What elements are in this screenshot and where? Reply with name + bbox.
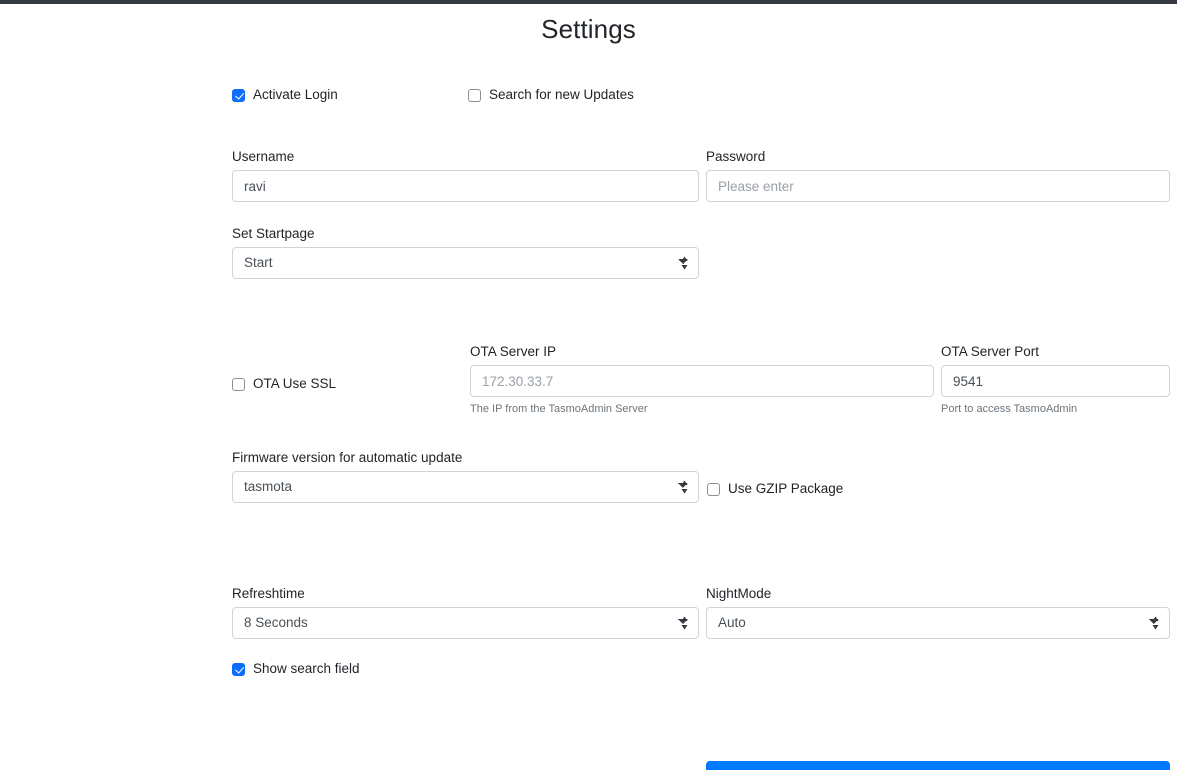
- checkbox-use-gzip-label: Use GZIP Package: [728, 481, 844, 496]
- startpage-label: Set Startpage: [232, 226, 315, 241]
- checkbox-activate-login[interactable]: Activate Login: [232, 87, 338, 103]
- ota-row: OTA Use SSL OTA Server IP The IP from th…: [116, 344, 1170, 434]
- checkbox-ota-use-ssl[interactable]: OTA Use SSL: [232, 376, 336, 392]
- checkbox-ota-use-ssl-box[interactable]: [232, 377, 245, 391]
- search-field-row: Show search field: [116, 661, 1061, 687]
- save-button[interactable]: Save: [706, 761, 1170, 770]
- password-label: Password: [706, 149, 766, 164]
- checkbox-use-gzip[interactable]: Use GZIP Package: [707, 481, 843, 497]
- refreshtime-label: Refreshtime: [232, 586, 305, 601]
- toggles-row: Activate Login Search for new Updates: [116, 87, 1061, 127]
- refreshtime-select[interactable]: 8 Seconds: [232, 607, 699, 639]
- checkbox-ota-use-ssl-label: OTA Use SSL: [253, 376, 337, 391]
- password-input[interactable]: [706, 170, 1170, 202]
- ota-server-ip-input[interactable]: [470, 365, 934, 397]
- checkbox-activate-login-box[interactable]: [232, 88, 245, 102]
- ota-server-port-help: Port to access TasmoAdmin: [941, 403, 1078, 415]
- checkbox-show-search-field[interactable]: Show search field: [232, 661, 360, 677]
- checkbox-search-updates[interactable]: Search for new Updates: [468, 87, 634, 103]
- checkbox-activate-login-label: Activate Login: [253, 87, 338, 102]
- credentials-row: Username Password: [116, 149, 1170, 215]
- firmware-select[interactable]: tasmota: [232, 471, 699, 503]
- settings-form: Activate Login Search for new Updates Us…: [0, 87, 1177, 770]
- ota-server-ip-label: OTA Server IP: [470, 344, 557, 359]
- ota-server-port-input[interactable]: [941, 365, 1170, 397]
- checkbox-search-updates-box[interactable]: [468, 88, 481, 102]
- display-options-row: Refreshtime 8 Seconds NightMode Auto: [116, 586, 1170, 652]
- firmware-label: Firmware version for automatic update: [232, 450, 463, 465]
- nightmode-select[interactable]: Auto: [706, 607, 1170, 639]
- page-title: Settings: [541, 14, 636, 44]
- username-input[interactable]: [232, 170, 699, 202]
- startpage-row: Set Startpage Start: [116, 226, 1061, 292]
- checkbox-show-search-field-label: Show search field: [253, 661, 360, 676]
- firmware-row: Firmware version for automatic update ta…: [116, 450, 1061, 516]
- save-row: Save: [116, 761, 1170, 770]
- startpage-select[interactable]: Start: [232, 247, 699, 279]
- checkbox-search-updates-label: Search for new Updates: [489, 87, 634, 102]
- ota-server-port-label: OTA Server Port: [941, 344, 1040, 359]
- checkbox-use-gzip-box[interactable]: [707, 482, 720, 496]
- username-label: Username: [232, 149, 295, 164]
- nightmode-label: NightMode: [706, 586, 772, 601]
- ota-server-ip-help: The IP from the TasmoAdmin Server: [470, 403, 648, 415]
- checkbox-show-search-field-box[interactable]: [232, 662, 245, 676]
